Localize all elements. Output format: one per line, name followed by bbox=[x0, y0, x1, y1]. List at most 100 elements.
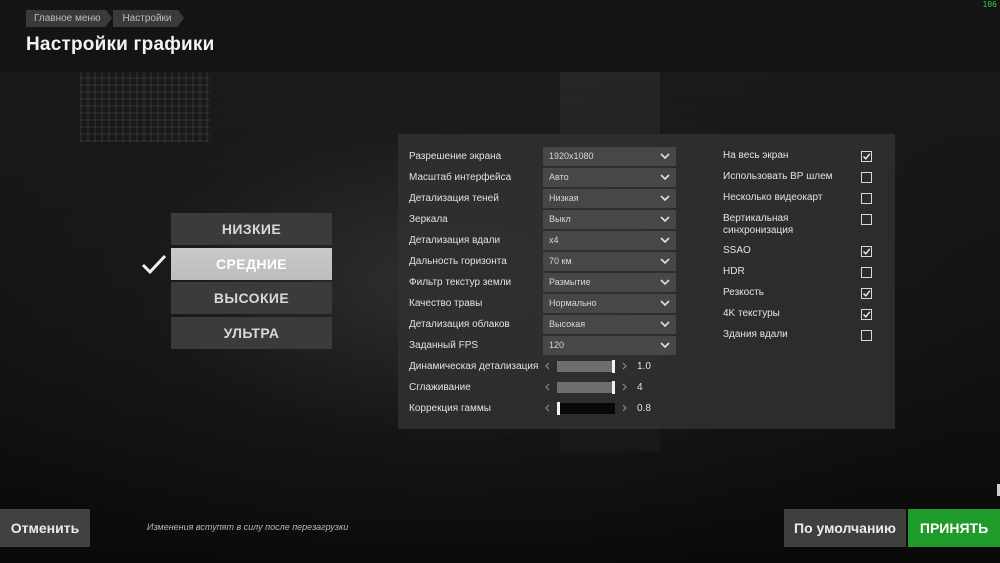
slider-thumb[interactable] bbox=[612, 359, 615, 373]
select-value: Выкл bbox=[549, 213, 571, 224]
antialiasing-slider[interactable] bbox=[557, 380, 615, 394]
chevron-left-icon[interactable] bbox=[543, 382, 553, 392]
ssao-checkbox[interactable] bbox=[861, 246, 872, 257]
preset-high-button[interactable]: ВЫСОКИЕ bbox=[171, 282, 332, 314]
select-value: Высокая bbox=[549, 318, 586, 329]
setting-label: Качество травы bbox=[409, 297, 483, 309]
checkmark-icon bbox=[863, 153, 871, 160]
chevron-down-icon bbox=[660, 194, 670, 201]
setting-row-mirrors: Зеркала Выкл bbox=[409, 209, 676, 229]
chevron-down-icon bbox=[660, 341, 670, 348]
select-value: Авто bbox=[549, 171, 569, 182]
setting-row-clouds: Детализация облаков Высокая bbox=[409, 314, 676, 334]
resolution-select[interactable]: 1920x1080 bbox=[543, 146, 676, 166]
setting-row-antialiasing: Сглаживание 4 bbox=[409, 377, 643, 397]
restart-notice: Изменения вступят в силу после перезагру… bbox=[147, 522, 349, 532]
setting-row-shadows: Детализация теней Низкая bbox=[409, 188, 676, 208]
settings-panel: Разрешение экрана 1920x1080 Масштаб инте… bbox=[398, 134, 895, 429]
select-value: Размытие bbox=[549, 276, 591, 287]
setting-row-far-detail: Детализация вдали x4 bbox=[409, 230, 676, 250]
setting-label: Коррекция гаммы bbox=[409, 402, 491, 414]
setting-row-dynamic-detail: Динамическая детализация 1.0 bbox=[409, 356, 651, 376]
cancel-button[interactable]: Отменить bbox=[0, 509, 90, 547]
toggle-label: 4K текстуры bbox=[723, 308, 780, 319]
ground-filter-select[interactable]: Размытие bbox=[543, 272, 676, 292]
reset-defaults-button[interactable]: По умолчанию bbox=[784, 509, 906, 547]
preset-list: НИЗКИЕ СРЕДНИЕ ВЫСОКИЕ УЛЬТРА bbox=[171, 213, 332, 351]
setting-row-fps: Заданный FPS 120 bbox=[409, 335, 676, 355]
sharpness-checkbox[interactable] bbox=[861, 288, 872, 299]
slider-thumb[interactable] bbox=[557, 401, 560, 415]
toggle-label: HDR bbox=[723, 266, 745, 277]
select-value: 1920x1080 bbox=[549, 150, 594, 161]
chevron-down-icon bbox=[660, 152, 670, 159]
breadcrumb-main-menu[interactable]: Главное меню bbox=[26, 10, 113, 27]
setting-label: Сглаживание bbox=[409, 381, 471, 393]
gamma-slider[interactable] bbox=[557, 401, 615, 415]
toggle-label: Несколько видеокарт bbox=[723, 192, 823, 203]
toggle-label: SSAO bbox=[723, 245, 751, 256]
select-value: x4 bbox=[549, 234, 559, 245]
fps-limit-select[interactable]: 120 bbox=[543, 335, 676, 355]
slider-thumb[interactable] bbox=[612, 380, 615, 394]
multi-gpu-checkbox[interactable] bbox=[861, 193, 872, 204]
preset-low-button[interactable]: НИЗКИЕ bbox=[171, 213, 332, 245]
shadows-select[interactable]: Низкая bbox=[543, 188, 676, 208]
chevron-right-icon[interactable] bbox=[619, 382, 629, 392]
chevron-down-icon bbox=[660, 215, 670, 222]
chevron-down-icon bbox=[660, 236, 670, 243]
setting-row-resolution: Разрешение экрана 1920x1080 bbox=[409, 146, 676, 166]
mirrors-select[interactable]: Выкл bbox=[543, 209, 676, 229]
far-buildings-checkbox[interactable] bbox=[861, 330, 872, 341]
setting-row-gamma: Коррекция гаммы 0.8 bbox=[409, 398, 651, 418]
toggle-label: Использовать ВР шлем bbox=[723, 171, 833, 182]
setting-row-horizon: Дальность горизонта 70 км bbox=[409, 251, 676, 271]
page-title: Настройки графики bbox=[26, 34, 215, 55]
far-detail-select[interactable]: x4 bbox=[543, 230, 676, 250]
chevron-left-icon[interactable] bbox=[543, 403, 553, 413]
setting-label: Фильтр текстур земли bbox=[409, 276, 512, 288]
toggle-label: Резкость bbox=[723, 287, 764, 298]
select-value: Низкая bbox=[549, 192, 579, 203]
setting-row-ground-filter: Фильтр текстур земли Размытие bbox=[409, 272, 676, 292]
accept-button[interactable]: ПРИНЯТЬ bbox=[908, 509, 1000, 547]
chevron-down-icon bbox=[660, 299, 670, 306]
toggle-row-4k-textures: 4K текстуры bbox=[723, 308, 883, 320]
chevron-down-icon bbox=[660, 278, 670, 285]
vr-headset-checkbox[interactable] bbox=[861, 172, 872, 183]
toggle-row-multi-gpu: Несколько видеокарт bbox=[723, 192, 883, 204]
breadcrumb-settings[interactable]: Настройки bbox=[113, 10, 184, 27]
chevron-right-icon[interactable] bbox=[619, 403, 629, 413]
setting-label: Динамическая детализация bbox=[409, 360, 539, 372]
toggle-row-sharpness: Резкость bbox=[723, 287, 883, 299]
select-value: 70 км bbox=[549, 255, 572, 266]
chevron-right-icon[interactable] bbox=[619, 361, 629, 371]
setting-label: Зеркала bbox=[409, 213, 448, 225]
checkmark-icon bbox=[863, 290, 871, 297]
toggle-row-ssao: SSAO bbox=[723, 245, 883, 257]
ui-scale-select[interactable]: Авто bbox=[543, 167, 676, 187]
setting-label: Разрешение экрана bbox=[409, 150, 502, 162]
chevron-left-icon[interactable] bbox=[543, 361, 553, 371]
grass-select[interactable]: Нормально bbox=[543, 293, 676, 313]
hdr-checkbox[interactable] bbox=[861, 267, 872, 278]
preset-ultra-button[interactable]: УЛЬТРА bbox=[171, 316, 332, 349]
select-value: 120 bbox=[549, 339, 565, 350]
dynamic-detail-slider[interactable] bbox=[557, 359, 615, 373]
toggle-row-far-buildings: Здания вдали bbox=[723, 329, 883, 341]
4k-textures-checkbox[interactable] bbox=[861, 309, 872, 320]
setting-label: Дальность горизонта bbox=[409, 255, 507, 267]
toggle-row-vr: Использовать ВР шлем bbox=[723, 171, 883, 183]
checkmark-icon bbox=[863, 248, 871, 255]
fps-counter: 106 bbox=[982, 0, 997, 9]
setting-row-ui-scale: Масштаб интерфейса Авто bbox=[409, 167, 676, 187]
vsync-checkbox[interactable] bbox=[861, 214, 872, 225]
clouds-select[interactable]: Высокая bbox=[543, 314, 676, 334]
horizon-select[interactable]: 70 км bbox=[543, 251, 676, 271]
fullscreen-checkbox[interactable] bbox=[861, 151, 872, 162]
preset-medium-button[interactable]: СРЕДНИЕ bbox=[171, 247, 332, 280]
setting-label: Детализация облаков bbox=[409, 318, 510, 330]
select-value: Нормально bbox=[549, 297, 597, 308]
toggle-row-fullscreen: На весь экран bbox=[723, 150, 883, 162]
slider-value: 0.8 bbox=[637, 402, 651, 414]
